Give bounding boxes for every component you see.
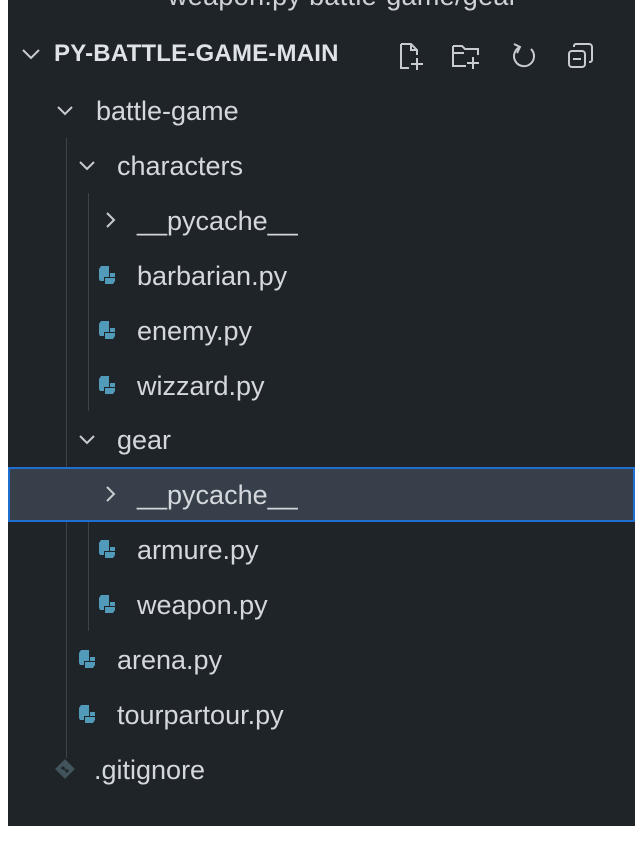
tree-item-label: characters bbox=[117, 151, 244, 181]
collapse-all-icon[interactable] bbox=[564, 40, 596, 72]
chevron-right-icon bbox=[97, 206, 123, 234]
chevron-down-icon[interactable] bbox=[20, 43, 42, 70]
chevron-down-icon bbox=[74, 425, 100, 453]
tree-folder-pycache[interactable]: __pycache__ bbox=[8, 193, 635, 248]
root-folder-title: PY-BATTLE-GAME-MAIN bbox=[54, 40, 339, 67]
python-file-icon bbox=[94, 590, 120, 618]
tree-item-label: arena.py bbox=[117, 645, 223, 675]
refresh-icon[interactable] bbox=[508, 40, 540, 72]
chevron-down-icon bbox=[74, 151, 100, 179]
tree-item-label: weapon.py bbox=[137, 590, 268, 620]
chevron-right-icon bbox=[97, 480, 123, 508]
tree-folder-battle-game[interactable]: battle-game bbox=[8, 83, 635, 138]
tree-item-label: .gitignore bbox=[94, 755, 206, 785]
tree-item-label: enemy.py bbox=[137, 316, 253, 346]
tree-file-gitignore[interactable]: .gitignore bbox=[8, 742, 635, 797]
new-folder-icon[interactable] bbox=[450, 40, 482, 72]
file-explorer: weapon.py battle-game/gear PY-BATTLE-GAM… bbox=[8, 0, 635, 826]
tree-file-tourpartour[interactable]: tourpartour.py bbox=[8, 687, 635, 742]
python-file-icon bbox=[74, 645, 100, 673]
explorer-root-header[interactable]: PY-BATTLE-GAME-MAIN bbox=[8, 26, 635, 82]
chevron-down-icon bbox=[52, 96, 78, 124]
tree-item-label: __pycache__ bbox=[137, 480, 298, 510]
open-editor-item[interactable]: weapon.py battle-game/gear bbox=[168, 0, 518, 12]
new-file-icon[interactable] bbox=[394, 40, 426, 72]
tree-item-label: gear bbox=[117, 425, 172, 455]
open-editor-label: weapon.py battle-game/gear bbox=[168, 0, 518, 11]
tree-file-barbarian[interactable]: barbarian.py bbox=[8, 248, 635, 303]
python-file-icon bbox=[94, 535, 120, 563]
tree-file-wizzard[interactable]: wizzard.py bbox=[8, 358, 635, 413]
tree-file-enemy[interactable]: enemy.py bbox=[8, 303, 635, 358]
tree-item-label: __pycache__ bbox=[137, 206, 298, 236]
tree-item-label: barbarian.py bbox=[137, 261, 288, 291]
git-file-icon bbox=[52, 755, 78, 783]
tree-item-label: wizzard.py bbox=[137, 371, 265, 401]
tree-folder-pycache-selected[interactable]: __pycache__ bbox=[8, 467, 635, 522]
tree-file-arena[interactable]: arena.py bbox=[8, 632, 635, 687]
tree-file-armure[interactable]: armure.py bbox=[8, 522, 635, 577]
tree-file-weapon[interactable]: weapon.py bbox=[8, 577, 635, 632]
python-file-icon bbox=[94, 371, 120, 399]
tree-folder-characters[interactable]: characters bbox=[8, 138, 635, 193]
tree-item-label: tourpartour.py bbox=[117, 700, 284, 730]
tree-folder-gear[interactable]: gear bbox=[8, 412, 635, 467]
python-file-icon bbox=[94, 316, 120, 344]
tree-item-label: armure.py bbox=[137, 535, 259, 565]
python-file-icon bbox=[74, 700, 100, 728]
python-file-icon bbox=[94, 261, 120, 289]
tree-item-label: battle-game bbox=[96, 96, 239, 126]
